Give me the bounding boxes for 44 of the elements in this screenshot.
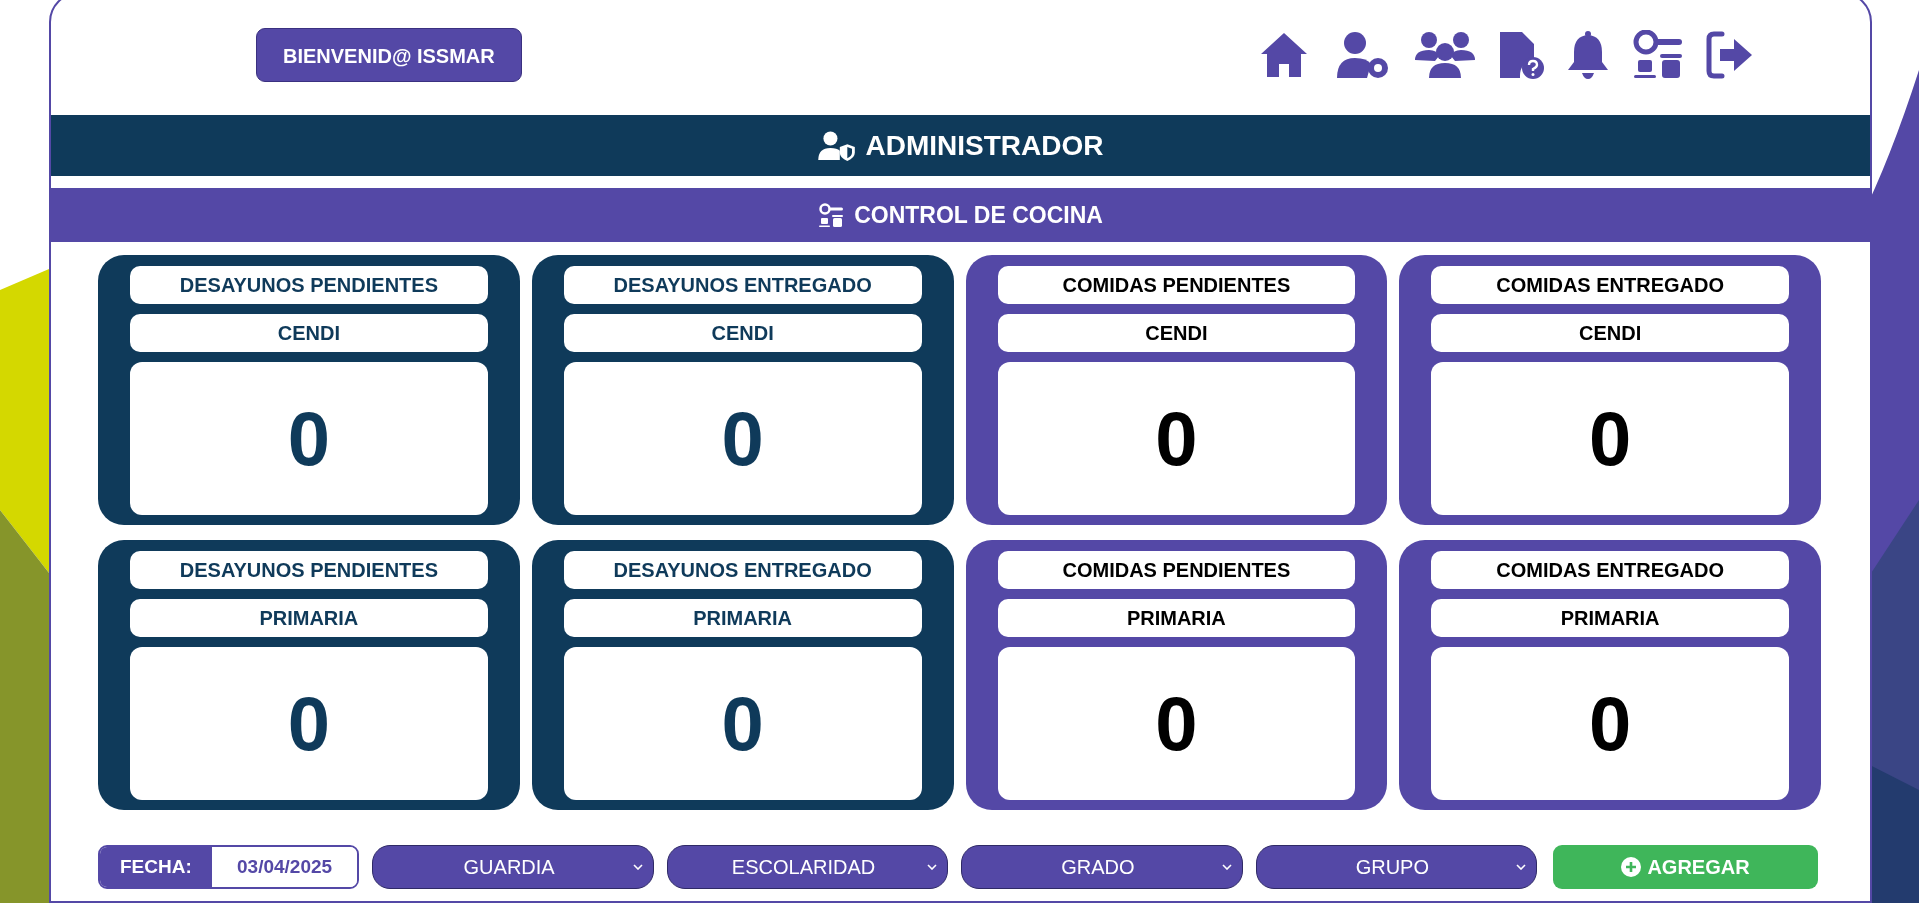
- chevron-icon: [1221, 864, 1232, 870]
- tile-title: DESAYUNOS ENTREGADO: [563, 266, 922, 304]
- count-value: 0: [130, 362, 488, 515]
- count-value: 0: [1431, 647, 1789, 800]
- count-value: 0: [997, 362, 1356, 515]
- school-level: CENDI: [1431, 314, 1789, 352]
- plus-circle-icon: [1621, 857, 1642, 877]
- count-value: 0: [563, 362, 922, 515]
- bell-icon[interactable]: [1566, 30, 1610, 80]
- filter-dropdown[interactable]: GRADO: [961, 845, 1243, 889]
- tile-title: COMIDAS PENDIENTES: [997, 266, 1356, 304]
- count-value: 0: [130, 647, 488, 800]
- school-level: CENDI: [997, 314, 1356, 352]
- kitchen-icon[interactable]: [1632, 30, 1684, 80]
- tile-title: DESAYUNOS ENTREGADO: [563, 551, 922, 589]
- kitchen-icon: [818, 202, 845, 228]
- tile-title: COMIDAS ENTREGADO: [1431, 266, 1789, 304]
- school-level: PRIMARIA: [130, 599, 488, 637]
- tile-title: COMIDAS PENDIENTES: [997, 551, 1356, 589]
- document-help-icon[interactable]: [1498, 30, 1544, 80]
- welcome-badge: BIENVENID@ ISSMAR: [256, 28, 522, 82]
- count-value: 0: [563, 647, 922, 800]
- chevron-icon: [1516, 864, 1527, 870]
- role-title: ADMINISTRADOR: [865, 129, 1104, 162]
- users-group-icon[interactable]: [1414, 30, 1476, 80]
- count-value: 0: [1431, 362, 1789, 515]
- filter-dropdown[interactable]: ESCOLARIDAD: [666, 845, 949, 889]
- date-label: FECHA:: [100, 847, 212, 887]
- tile-title: DESAYUNOS PENDIENTES: [130, 551, 488, 589]
- count-value: 0: [997, 647, 1356, 800]
- date-field[interactable]: FECHA: 03/04/2025: [98, 845, 360, 889]
- school-level: PRIMARIA: [997, 599, 1356, 637]
- school-level: CENDI: [563, 314, 922, 352]
- tile-title: COMIDAS ENTREGADO: [1431, 551, 1789, 589]
- admin-shield-icon: [817, 130, 856, 161]
- section-title: CONTROL DE COCINA: [854, 201, 1103, 229]
- tile-title: DESAYUNOS PENDIENTES: [130, 266, 488, 304]
- chevron-icon: [927, 864, 938, 870]
- school-level: CENDI: [130, 314, 488, 352]
- chevron-icon: [632, 864, 643, 870]
- school-level: PRIMARIA: [563, 599, 922, 637]
- filter-dropdown[interactable]: GRUPO: [1255, 845, 1538, 889]
- school-level: PRIMARIA: [1431, 599, 1789, 637]
- filter-dropdown[interactable]: GUARDIA: [372, 845, 654, 889]
